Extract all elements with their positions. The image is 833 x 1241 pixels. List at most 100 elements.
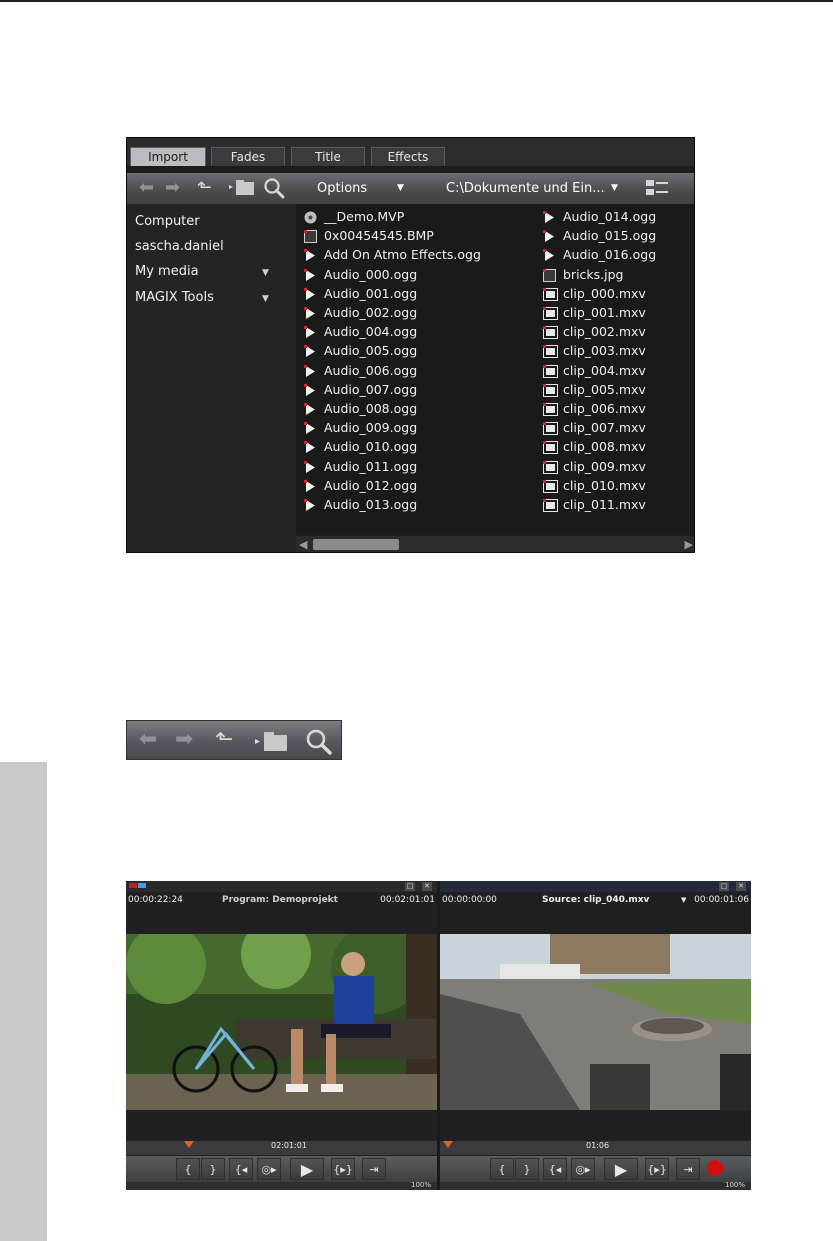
monitor-mode-icon[interactable] xyxy=(138,883,146,888)
set-out-button[interactable]: } xyxy=(515,1158,539,1180)
source-video-frame xyxy=(440,934,751,1110)
current-time: 00:00:22:24 xyxy=(128,895,183,905)
arrow-left-icon[interactable]: ⬅ xyxy=(139,729,157,751)
file-name: clip_005.mxv xyxy=(563,381,646,397)
folder-up-icon[interactable]: ⬑ xyxy=(215,729,233,751)
play-button[interactable]: ▶ xyxy=(604,1158,638,1180)
audio-icon xyxy=(304,421,317,435)
nav-item-computer[interactable]: Computer xyxy=(135,214,200,229)
source-transport: {} {◂ ◎▸ ▶ {▸} ⇥ xyxy=(440,1156,751,1182)
play-button[interactable]: ▶ xyxy=(290,1158,324,1180)
audio-icon xyxy=(304,306,317,319)
monitor-title: Source: clip_040.mxv xyxy=(542,895,650,905)
program-transport: {} {◂ ◎▸ ▶ {▸} ⇥ xyxy=(126,1156,437,1182)
monitor-titlebar: □ ✕ xyxy=(126,881,437,892)
chevron-down-icon[interactable]: ▼ xyxy=(681,892,686,908)
file-name: Audio_014.ogg xyxy=(563,209,657,224)
nav-item-my-media[interactable]: My media xyxy=(135,264,199,279)
maximize-icon[interactable]: □ xyxy=(719,882,729,891)
view-mode-icon[interactable] xyxy=(646,180,668,197)
pool-toolbar: ⬅ ➡ ⬑ Options ▼ C:\Dokumente und Ein... … xyxy=(127,173,694,204)
arrow-left-icon[interactable]: ⬅ xyxy=(139,177,154,199)
file-name: Audio_005.ogg xyxy=(324,343,418,359)
file-name: clip_008.mxv xyxy=(563,439,646,455)
video-icon xyxy=(543,306,558,320)
file-name: Audio_011.ogg xyxy=(324,458,418,474)
audio-icon xyxy=(304,344,317,358)
audio-icon xyxy=(304,498,317,511)
tab-fades[interactable]: Fades xyxy=(211,147,285,166)
audio-icon xyxy=(543,210,556,223)
file-name: Audio_001.ogg xyxy=(324,285,418,301)
scroll-right-icon[interactable]: ▶ xyxy=(685,538,693,551)
new-folder-icon[interactable] xyxy=(253,729,289,751)
timeline-position-label: 02:01:01 xyxy=(271,1141,307,1150)
chevron-down-icon[interactable]: ▼ xyxy=(397,173,404,204)
play-range-button[interactable]: {▸} xyxy=(645,1158,669,1180)
zoom-bar[interactable]: 100% xyxy=(440,1181,751,1190)
record-button[interactable] xyxy=(707,1160,723,1176)
file-name: clip_010.mxv xyxy=(563,477,646,493)
set-out-button[interactable]: } xyxy=(201,1158,225,1180)
video-icon xyxy=(543,479,558,493)
close-icon[interactable]: ✕ xyxy=(736,882,746,891)
close-icon[interactable]: ✕ xyxy=(422,882,432,891)
search-icon[interactable] xyxy=(263,177,285,199)
folder-nav: Computer sascha.daniel My media ▼ MAGIX … xyxy=(127,204,296,552)
program-timeline[interactable]: 02:01:01 xyxy=(126,1141,437,1155)
set-in-button[interactable]: { xyxy=(176,1158,200,1180)
zoom-level[interactable]: 100% xyxy=(411,1181,431,1189)
source-timeline[interactable]: 01:06 xyxy=(440,1141,751,1155)
playhead-marker[interactable] xyxy=(443,1141,453,1148)
file-name: Audio_016.ogg xyxy=(563,247,657,263)
preview-button[interactable]: ◎▸ xyxy=(257,1158,281,1180)
margin-thumb-strip xyxy=(0,762,47,1241)
video-icon xyxy=(543,383,558,397)
scroll-left-icon[interactable]: ◀ xyxy=(299,538,307,551)
chevron-down-icon[interactable]: ▼ xyxy=(262,268,269,278)
folder-up-icon[interactable]: ⬑ xyxy=(197,177,212,199)
tab-import[interactable]: Import xyxy=(130,147,206,166)
file-name: clip_003.mxv xyxy=(563,343,646,359)
nav-item-magix-tools[interactable]: MAGIX Tools xyxy=(135,290,214,305)
maximize-icon[interactable]: □ xyxy=(405,882,415,891)
path-dropdown[interactable]: C:\Dokumente und Ein... xyxy=(446,173,605,204)
video-icon xyxy=(543,364,558,378)
source-monitor: □ ✕ 00:00:00:00 Source: clip_040.mxv ▼ 0… xyxy=(440,881,751,1190)
chevron-down-icon[interactable]: ▼ xyxy=(262,294,269,304)
arrow-right-icon[interactable]: ➡ xyxy=(175,729,193,751)
nav-item-user[interactable]: sascha.daniel xyxy=(135,239,224,254)
scroll-thumb[interactable] xyxy=(313,539,399,550)
media-pool-panel: Import Fades Title Effects ⬅ ➡ ⬑ Options… xyxy=(126,137,695,553)
jump-in-button[interactable]: {◂ xyxy=(543,1158,567,1180)
step-forward-button[interactable]: ⇥ xyxy=(676,1158,700,1180)
monitor-info-bar: 00:00:00:00 Source: clip_040.mxv ▼ 00:00… xyxy=(440,892,751,908)
file-name: Audio_002.ogg xyxy=(324,305,418,320)
page-top-rule xyxy=(0,0,833,2)
search-icon[interactable] xyxy=(305,729,333,755)
horizontal-scrollbar[interactable]: ◀ ▶ xyxy=(296,536,694,552)
video-icon xyxy=(543,344,558,359)
file-name: clip_000.mxv xyxy=(563,285,646,301)
jump-in-button[interactable]: {◂ xyxy=(229,1158,253,1180)
play-range-button[interactable]: {▸} xyxy=(331,1158,355,1180)
audio-icon xyxy=(543,248,556,262)
file-list: __Demo.MVP 0x00454545.BMP Add On Atmo Effe… xyxy=(296,204,694,534)
arrow-right-icon[interactable]: ➡ xyxy=(165,177,180,199)
audio-icon xyxy=(304,479,317,492)
options-menu[interactable]: Options xyxy=(317,173,367,204)
set-in-button[interactable]: { xyxy=(490,1158,514,1180)
tab-effects[interactable]: Effects xyxy=(371,147,445,166)
preview-button[interactable]: ◎▸ xyxy=(571,1158,595,1180)
zoom-bar[interactable]: 100% xyxy=(126,1181,437,1190)
video-icon xyxy=(543,287,558,301)
playhead-marker[interactable] xyxy=(184,1141,194,1148)
step-forward-button[interactable]: ⇥ xyxy=(362,1158,386,1180)
tab-title[interactable]: Title xyxy=(291,147,365,166)
audio-icon xyxy=(304,402,317,415)
video-still-image xyxy=(126,934,437,1110)
zoom-level[interactable]: 100% xyxy=(725,1181,745,1189)
file-name: clip_001.mxv xyxy=(563,305,646,320)
chevron-down-icon[interactable]: ▼ xyxy=(611,173,618,204)
new-folder-icon[interactable] xyxy=(227,177,255,199)
